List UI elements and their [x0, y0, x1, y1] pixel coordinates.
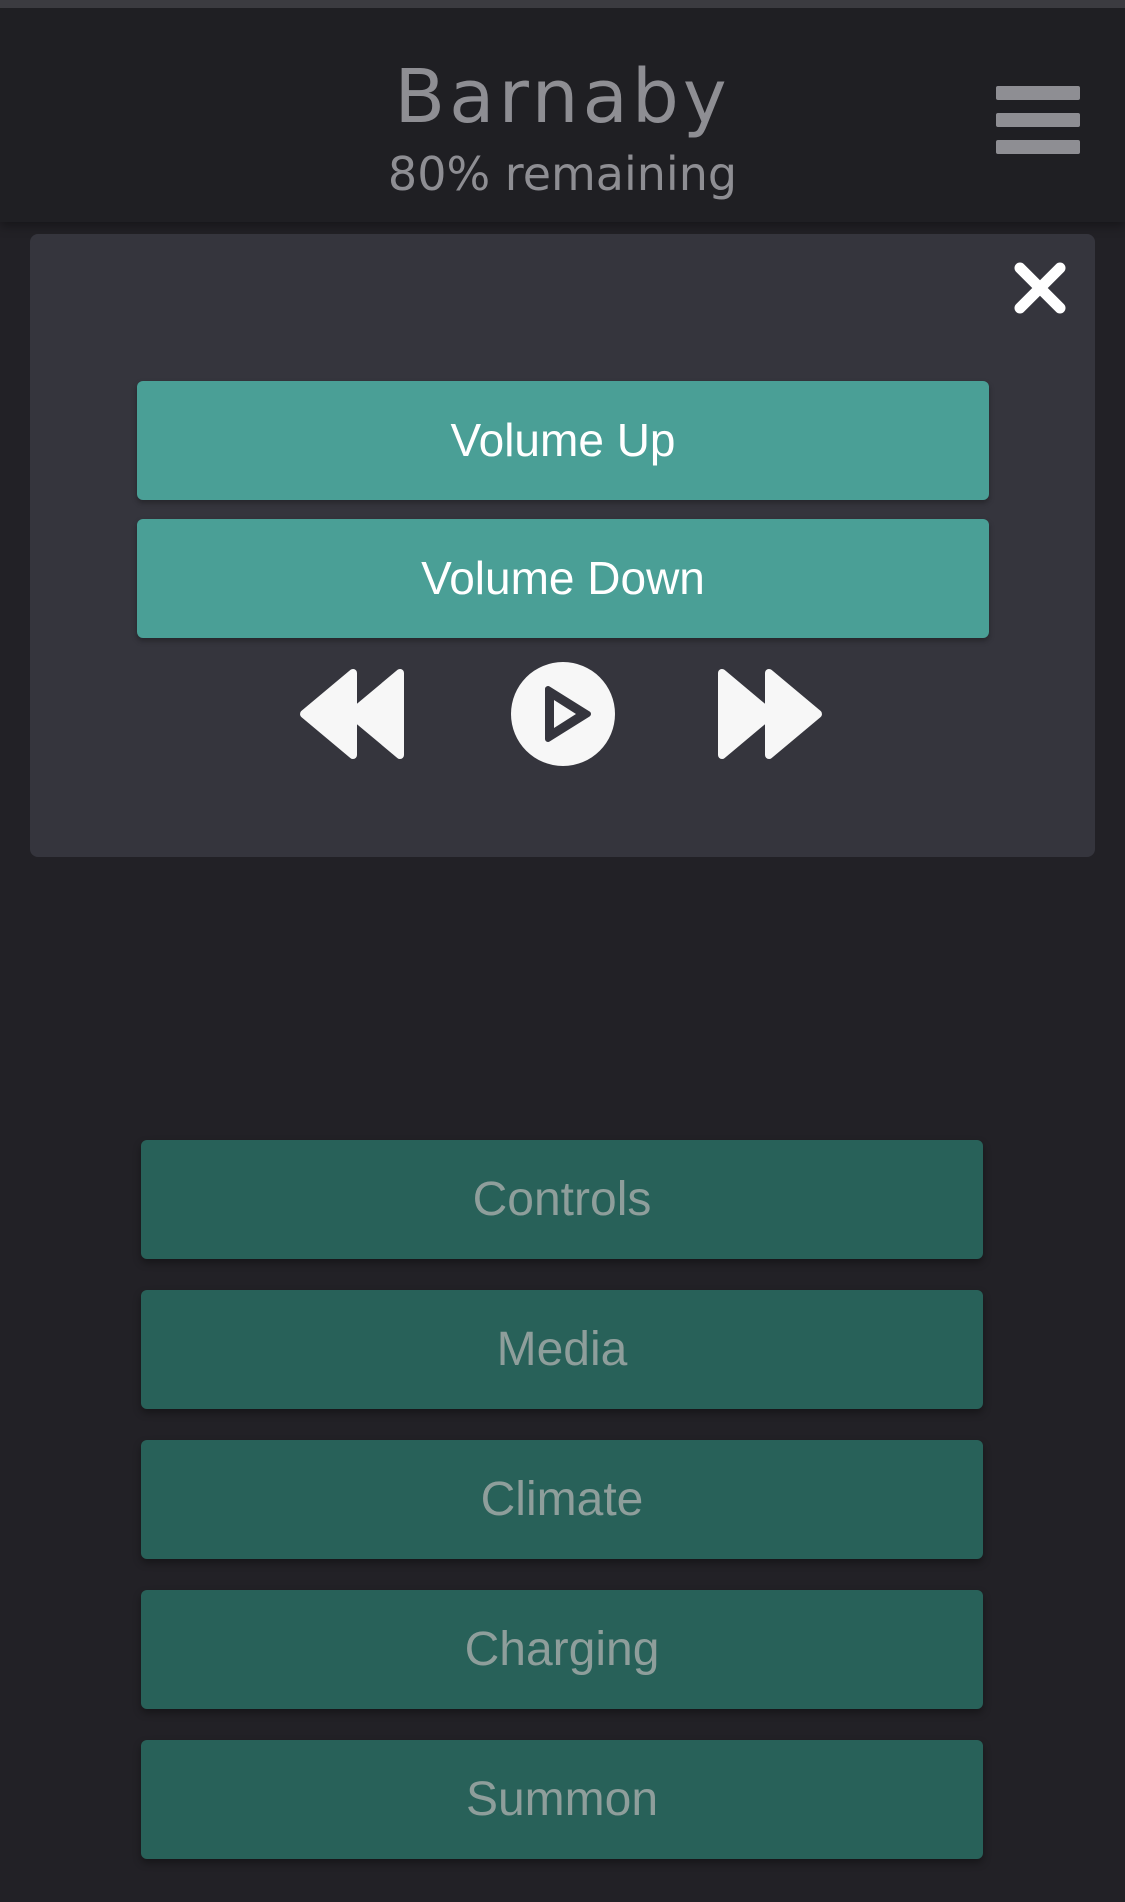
menu-bar [996, 140, 1080, 154]
nav-charging-button[interactable]: Charging [141, 1590, 983, 1709]
volume-up-button[interactable]: Volume Up [137, 381, 989, 500]
car-name-title: Barnaby [394, 54, 731, 140]
app-page: Barnaby 80% remaining Volume Up Volume D… [0, 0, 1125, 1902]
media-controls-panel: Volume Up Volume Down [30, 234, 1095, 857]
hamburger-menu-icon[interactable] [990, 82, 1080, 166]
menu-bar [996, 86, 1080, 100]
volume-down-button[interactable]: Volume Down [137, 519, 989, 638]
nav-media-button[interactable]: Media [141, 1290, 983, 1409]
fast-forward-icon[interactable] [714, 659, 824, 769]
nav-climate-button[interactable]: Climate [141, 1440, 983, 1559]
menu-bar [996, 113, 1080, 127]
nav-controls-button[interactable]: Controls [141, 1140, 983, 1259]
play-icon[interactable] [508, 659, 618, 769]
nav-summon-button[interactable]: Summon [141, 1740, 983, 1859]
rewind-icon[interactable] [298, 659, 408, 769]
close-icon[interactable] [1012, 260, 1068, 316]
top-bar: Barnaby 80% remaining [0, 0, 1125, 222]
battery-status: 80% remaining [387, 147, 738, 201]
